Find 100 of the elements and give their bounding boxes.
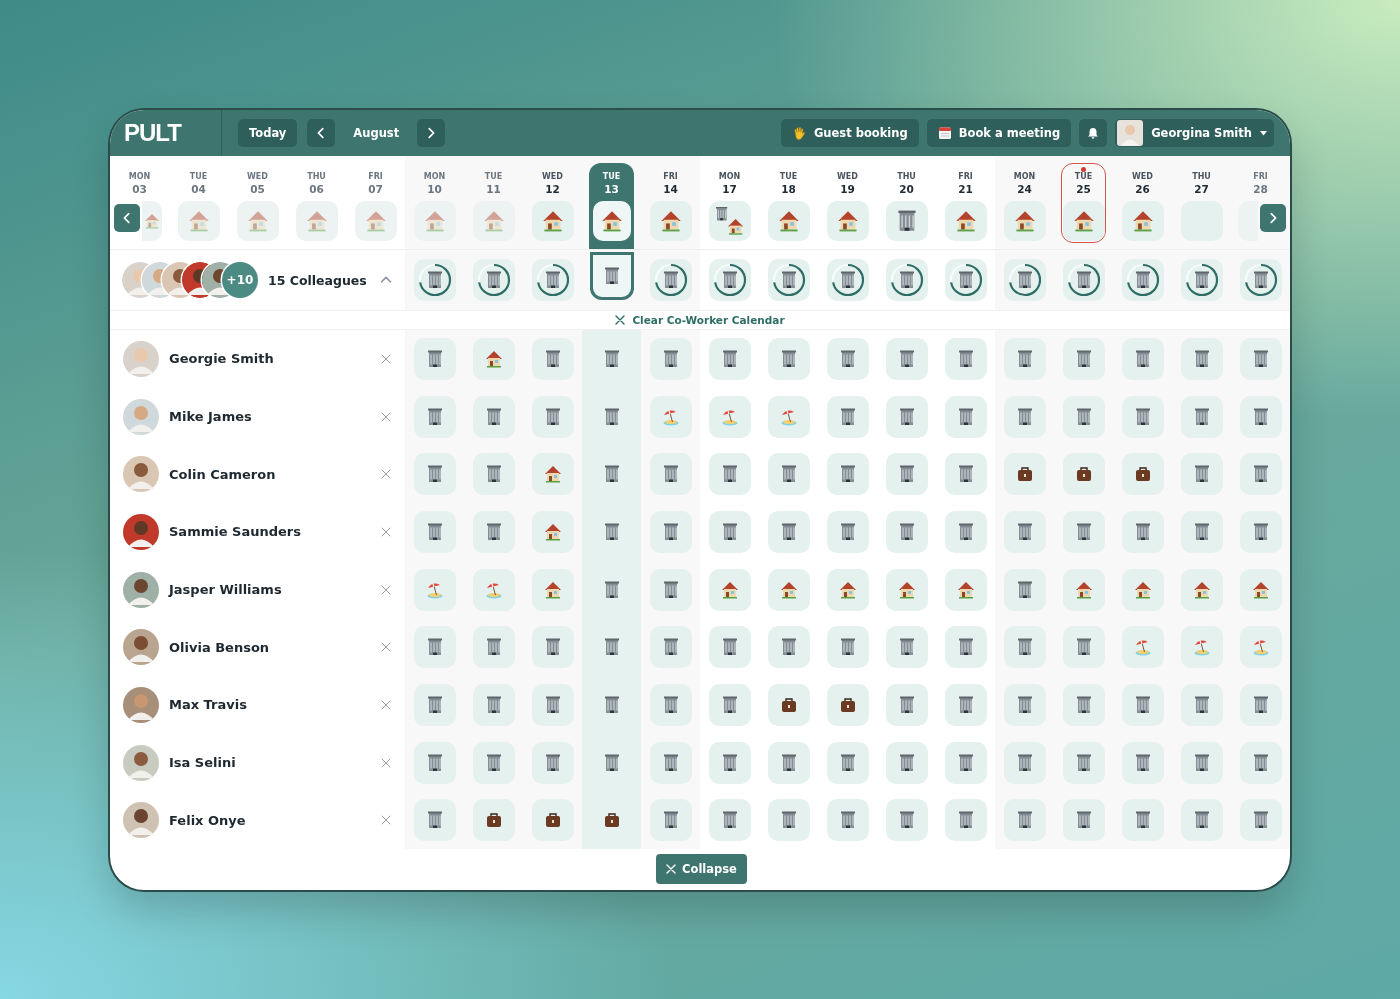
status-tile[interactable] xyxy=(708,337,751,380)
status-tile[interactable] xyxy=(1062,337,1105,380)
status-tile[interactable] xyxy=(944,683,987,726)
guest-booking-button[interactable]: Guest booking xyxy=(780,119,919,147)
status-tile[interactable] xyxy=(531,453,574,496)
status-tile[interactable] xyxy=(944,453,987,496)
occupancy-tile[interactable] xyxy=(472,259,515,301)
status-tile[interactable] xyxy=(1121,453,1164,496)
status-tile[interactable] xyxy=(1180,683,1223,726)
day-tile[interactable] xyxy=(472,201,515,241)
day-tile[interactable] xyxy=(1003,201,1046,241)
status-tile[interactable] xyxy=(649,453,692,496)
status-tile[interactable] xyxy=(1062,453,1105,496)
status-tile[interactable] xyxy=(1003,799,1046,842)
status-tile[interactable] xyxy=(1003,337,1046,380)
occupancy-tile[interactable] xyxy=(531,259,574,301)
status-tile[interactable] xyxy=(1180,510,1223,553)
day-column-header[interactable]: TUE 13 xyxy=(589,163,634,249)
status-tile[interactable] xyxy=(1239,741,1282,784)
status-tile[interactable] xyxy=(472,568,515,611)
status-tile[interactable] xyxy=(1121,510,1164,553)
status-tile[interactable] xyxy=(472,626,515,669)
day-column-header[interactable]: TUE 25 xyxy=(1061,163,1106,243)
occupancy-tile[interactable] xyxy=(1062,259,1105,301)
status-tile[interactable] xyxy=(413,568,456,611)
status-tile[interactable] xyxy=(649,626,692,669)
status-tile[interactable] xyxy=(1180,395,1223,438)
status-tile[interactable] xyxy=(885,337,928,380)
status-tile[interactable] xyxy=(1121,395,1164,438)
status-tile[interactable] xyxy=(649,337,692,380)
occupancy-tile[interactable] xyxy=(413,259,456,301)
status-tile[interactable] xyxy=(531,683,574,726)
status-tile[interactable] xyxy=(826,683,869,726)
status-tile[interactable] xyxy=(1003,683,1046,726)
status-tile[interactable] xyxy=(472,683,515,726)
status-tile[interactable] xyxy=(826,568,869,611)
status-tile[interactable] xyxy=(1003,741,1046,784)
occupancy-tile[interactable] xyxy=(1121,259,1164,301)
status-tile[interactable] xyxy=(1062,568,1105,611)
day-column-header[interactable]: MON 03 xyxy=(117,163,162,243)
status-tile[interactable] xyxy=(708,453,751,496)
status-tile[interactable] xyxy=(1003,395,1046,438)
status-tile[interactable] xyxy=(472,510,515,553)
status-tile[interactable] xyxy=(1121,568,1164,611)
day-tile[interactable] xyxy=(354,201,397,241)
status-tile[interactable] xyxy=(649,568,692,611)
status-tile[interactable] xyxy=(767,683,810,726)
status-tile[interactable] xyxy=(767,568,810,611)
status-tile[interactable] xyxy=(1121,626,1164,669)
scroll-right-button[interactable] xyxy=(1260,204,1286,232)
status-tile[interactable] xyxy=(1003,568,1046,611)
status-tile[interactable] xyxy=(649,799,692,842)
status-tile[interactable] xyxy=(1121,799,1164,842)
status-tile[interactable] xyxy=(885,741,928,784)
status-tile[interactable] xyxy=(708,510,751,553)
status-tile[interactable] xyxy=(1239,510,1282,553)
status-tile[interactable] xyxy=(944,799,987,842)
status-tile[interactable] xyxy=(413,799,456,842)
status-tile[interactable] xyxy=(944,337,987,380)
status-tile[interactable] xyxy=(1003,453,1046,496)
status-tile[interactable] xyxy=(1121,337,1164,380)
occupancy-tile[interactable] xyxy=(944,259,987,301)
status-tile[interactable] xyxy=(1239,337,1282,380)
status-tile[interactable] xyxy=(826,510,869,553)
status-tile[interactable] xyxy=(1003,626,1046,669)
occupancy-tile[interactable] xyxy=(649,259,692,301)
status-tile[interactable] xyxy=(885,453,928,496)
day-tile[interactable] xyxy=(413,201,456,241)
status-tile[interactable] xyxy=(1239,453,1282,496)
status-tile[interactable] xyxy=(649,510,692,553)
occupancy-tile[interactable] xyxy=(885,259,928,301)
status-tile[interactable] xyxy=(531,741,574,784)
status-tile[interactable] xyxy=(472,337,515,380)
occupancy-tile[interactable] xyxy=(767,259,810,301)
day-tile[interactable] xyxy=(1062,201,1105,241)
status-tile[interactable] xyxy=(649,741,692,784)
collapse-button[interactable]: Collapse xyxy=(656,854,747,885)
status-tile[interactable] xyxy=(767,626,810,669)
status-tile[interactable] xyxy=(826,453,869,496)
status-tile[interactable] xyxy=(767,799,810,842)
occupancy-tile[interactable] xyxy=(708,259,751,301)
status-tile[interactable] xyxy=(1239,683,1282,726)
status-tile[interactable] xyxy=(531,395,574,438)
notifications-button[interactable] xyxy=(1079,119,1108,147)
status-tile[interactable] xyxy=(1062,626,1105,669)
day-tile[interactable] xyxy=(295,201,338,241)
status-tile[interactable] xyxy=(708,741,751,784)
status-tile[interactable] xyxy=(413,453,456,496)
status-tile[interactable] xyxy=(767,741,810,784)
status-tile[interactable] xyxy=(531,510,574,553)
status-tile[interactable] xyxy=(1180,453,1223,496)
clear-calendar-link[interactable]: Clear Co-Worker Calendar xyxy=(615,314,785,326)
status-tile[interactable] xyxy=(944,395,987,438)
occupancy-tile[interactable] xyxy=(1003,259,1046,301)
day-tile[interactable] xyxy=(531,201,574,241)
status-tile[interactable] xyxy=(531,799,574,842)
status-tile[interactable] xyxy=(1062,510,1105,553)
next-month-button[interactable] xyxy=(417,119,446,147)
status-tile[interactable] xyxy=(708,395,751,438)
day-tile[interactable] xyxy=(142,201,162,241)
